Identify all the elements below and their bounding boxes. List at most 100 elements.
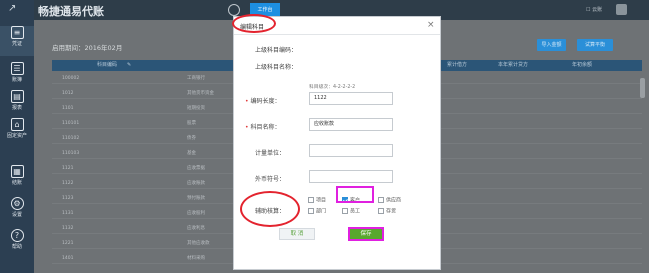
- cloud-account-label: 云账: [592, 7, 603, 13]
- sidebar-item-voucher[interactable]: ≡ 凭证: [0, 26, 34, 56]
- account-code-cell: 1401: [62, 256, 74, 261]
- report-icon: ▤: [10, 90, 24, 103]
- checkbox[interactable]: [308, 197, 314, 203]
- sidebar-item-settings[interactable]: ⚙ 设置: [0, 197, 34, 227]
- account-code-cell: 110101: [62, 121, 80, 126]
- account-code-cell: 1132: [62, 226, 74, 231]
- account-code-cell: 1122: [62, 181, 74, 186]
- account-name-cell: 应收票据: [187, 166, 205, 171]
- account-name-cell: 短期投资: [187, 106, 205, 111]
- account-code-cell: 110103: [62, 151, 80, 156]
- level-hint: 科目级次：4-2-2-2-2: [309, 85, 356, 90]
- unit-input[interactable]: [309, 144, 393, 157]
- currency-input[interactable]: [309, 170, 393, 183]
- sidebar-item-asset[interactable]: ⌂ 固定资产: [0, 118, 34, 148]
- aux-option-supplier[interactable]: 供应商: [378, 197, 401, 205]
- account-code-cell: 1121: [62, 166, 74, 171]
- account-name-label: • 科目名称：: [245, 122, 281, 131]
- aux-option-project[interactable]: 项目: [308, 197, 326, 205]
- aux-option-department[interactable]: 部门: [308, 208, 326, 216]
- parent-name-label: 上级科目名称：: [255, 64, 298, 71]
- voucher-icon: ≡: [10, 26, 24, 39]
- column-header: 年初余额: [572, 62, 593, 68]
- required-mark: •: [245, 98, 249, 105]
- account-name-cell: 工商银行: [187, 76, 205, 81]
- help-icon: ?: [10, 229, 24, 242]
- account-code-cell: 1123: [62, 196, 74, 201]
- account-name-input[interactable]: 应收账款: [309, 118, 393, 131]
- required-mark: •: [245, 124, 249, 131]
- sidebar-item-label: 凭证: [11, 41, 22, 47]
- account-name-cell: 应收账款: [187, 181, 205, 186]
- sidebar-item-report[interactable]: ▤ 报表: [0, 90, 34, 120]
- parent-code-label: 上级科目编码：: [255, 47, 298, 54]
- settings-icon: ⚙: [10, 197, 24, 210]
- annotation-ellipse-title: [232, 14, 276, 33]
- app-title: 畅捷通易代账: [38, 6, 104, 18]
- sidebar-item-label: 设置: [11, 212, 22, 218]
- checkbox[interactable]: [378, 197, 384, 203]
- code-length-text: 编码长度：: [250, 98, 281, 105]
- edit-icon[interactable]: ✎: [127, 60, 131, 71]
- sidebar-item-label: 账簿: [11, 77, 22, 83]
- account-code-cell: 1131: [62, 211, 74, 216]
- logo-icon: ↗: [8, 3, 17, 14]
- sidebar-item-ledger[interactable]: ☰ 账簿: [0, 62, 34, 92]
- checkbox[interactable]: [378, 208, 384, 214]
- option-label: 供应商: [386, 197, 402, 204]
- account-name-cell: 股票: [187, 121, 196, 126]
- aux-option-employee[interactable]: 员工: [342, 208, 360, 216]
- unit-label: 计量单位：: [255, 150, 286, 157]
- checkbox[interactable]: [342, 208, 348, 214]
- sidebar-item-help[interactable]: ? 帮助: [0, 229, 34, 259]
- account-code-cell: 1221: [62, 241, 74, 246]
- period-label: 启用期间：2016年02月: [52, 44, 123, 52]
- account-name-cell: 其他货币资金: [187, 91, 214, 96]
- account-name-text: 科目名称：: [250, 124, 281, 131]
- edit-account-dialog: 编辑科目 × 上级科目编码： 上级科目名称： 科目级次：4-2-2-2-2 • 编…: [233, 16, 441, 270]
- option-label: 存货: [386, 208, 397, 215]
- column-header: 科目编码: [97, 62, 118, 68]
- asset-icon: ⌂: [10, 118, 24, 131]
- option-label: 部门: [316, 208, 327, 215]
- annotation-box-customer: [336, 186, 374, 203]
- account-code-cell: 1101: [62, 106, 74, 111]
- cancel-button[interactable]: 取 消: [279, 228, 315, 240]
- user-circle-icon[interactable]: [228, 4, 240, 16]
- account-name-cell: 基金: [187, 151, 196, 156]
- sidebar-item-label: 报表: [11, 105, 22, 111]
- account-name-cell: 应收股利: [187, 211, 205, 216]
- currency-label: 外币符号：: [255, 176, 286, 183]
- save-button[interactable]: 保存: [348, 227, 384, 241]
- import-amount-button[interactable]: 导入金额: [537, 39, 566, 51]
- sidebar: ↗ ≡ 凭证 ☰ 账簿 ▤ 报表 ⌂ 固定资产 ▦ 结账 ⚙ 设置 ? 帮助: [0, 0, 34, 273]
- aux-option-inventory[interactable]: 存货: [378, 208, 396, 216]
- sidebar-item-label: 结账: [11, 180, 22, 186]
- ledger-icon: ☰: [10, 62, 24, 75]
- account-name-cell: 其他应收款: [187, 241, 210, 246]
- column-header: 累计借方: [447, 62, 468, 68]
- checkbox[interactable]: [308, 208, 314, 214]
- sidebar-item-label: 固定资产: [6, 133, 27, 139]
- option-label: 项目: [316, 197, 327, 204]
- account-name-cell: 债券: [187, 136, 196, 141]
- column-header: 本年累计贷方: [498, 62, 529, 68]
- cloud-icon: ☐: [586, 7, 591, 13]
- code-length-label: • 编码长度：: [245, 96, 281, 105]
- cloud-account-link[interactable]: ☐ 云账: [586, 5, 602, 15]
- account-code-cell: 110102: [62, 136, 80, 141]
- annotation-ellipse-aux: [240, 191, 300, 227]
- account-name-cell: 应收利息: [187, 226, 205, 231]
- account-code-cell: 100002: [62, 76, 80, 81]
- avatar[interactable]: [616, 4, 627, 15]
- trial-balance-button[interactable]: 试算平衡: [577, 39, 613, 51]
- scrollbar[interactable]: [640, 78, 645, 98]
- account-code-cell: 1012: [62, 91, 74, 96]
- sidebar-item-closing[interactable]: ▦ 结账: [0, 165, 34, 195]
- sidebar-item-label: 帮助: [11, 244, 22, 250]
- close-icon[interactable]: ×: [427, 20, 435, 30]
- code-input[interactable]: 1122: [309, 92, 393, 105]
- account-name-cell: 预付账款: [187, 196, 205, 201]
- account-name-cell: 材料采购: [187, 256, 205, 261]
- option-label: 员工: [350, 208, 361, 215]
